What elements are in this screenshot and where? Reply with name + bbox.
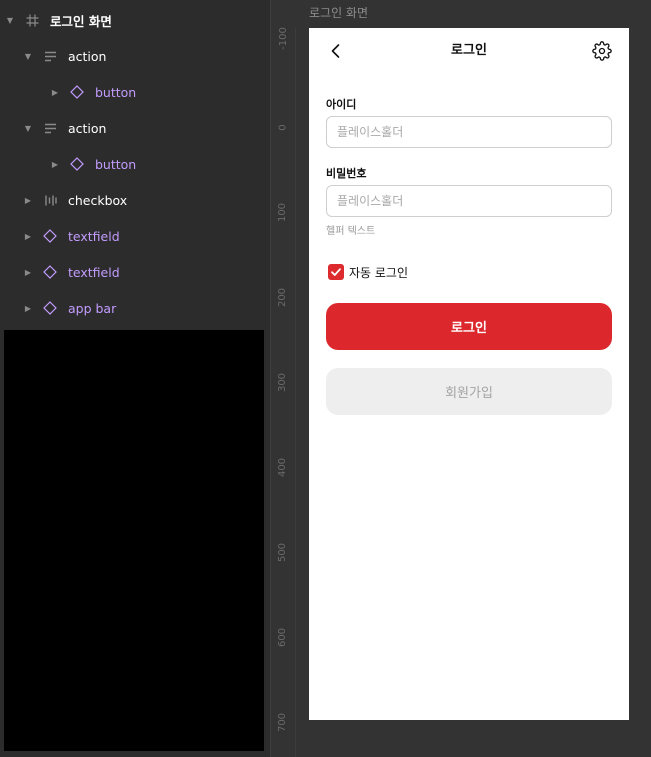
password-helper-text: 헬퍼 텍스트 — [326, 226, 376, 237]
layers-panel: ▼ 로그인 화면 ▼ action ▶ button ▼ action ▶ bu… — [0, 0, 271, 757]
auto-layout-vertical-icon — [42, 120, 58, 136]
vertical-ruler: -100 0 100 200 300 400 500 600 700 — [271, 27, 296, 757]
auto-layout-horizontal-icon — [42, 192, 58, 208]
layer-row-button[interactable]: ▶ button — [0, 74, 270, 110]
layers-empty-area — [4, 330, 264, 751]
layer-label: button — [95, 84, 137, 100]
check-icon — [331, 268, 341, 276]
layer-label: app bar — [68, 300, 117, 316]
component-instance-icon — [42, 300, 58, 316]
layer-label: checkbox — [68, 192, 128, 208]
login-screen-frame: 로그인 아이디 비밀번호 헬퍼 텍스트 자동 로그인 로그인 회원가입 — [309, 28, 629, 720]
layer-row-button[interactable]: ▶ button — [0, 146, 270, 182]
design-canvas[interactable]: 로그인 화면 -100 0 100 200 300 400 500 600 70… — [271, 0, 651, 757]
layer-label: textfield — [68, 228, 120, 244]
layer-row-action[interactable]: ▼ action — [0, 38, 270, 74]
layer-row-login-frame[interactable]: ▼ 로그인 화면 — [0, 2, 270, 38]
component-instance-icon — [69, 84, 85, 100]
layer-row-app-bar[interactable]: ▶ app bar — [0, 290, 270, 326]
back-button[interactable] — [324, 39, 348, 63]
auto-login-checkbox[interactable] — [328, 264, 344, 280]
layer-row-textfield[interactable]: ▶ textfield — [0, 254, 270, 290]
app-bar-title: 로그인 — [451, 43, 487, 58]
auto-layout-vertical-icon — [42, 48, 58, 64]
auto-login-checkbox-row[interactable]: 자동 로그인 — [328, 262, 408, 282]
password-input[interactable] — [326, 185, 612, 217]
ruler-tick: 100 — [277, 202, 289, 222]
chevron-left-icon — [331, 44, 340, 58]
component-instance-icon — [42, 228, 58, 244]
layer-label: action — [68, 48, 107, 64]
ruler-tick: 500 — [277, 542, 289, 562]
id-input[interactable] — [326, 116, 612, 148]
collapse-caret-icon[interactable]: ▼ — [6, 16, 14, 25]
component-instance-icon — [69, 156, 85, 172]
component-instance-icon — [42, 264, 58, 280]
frame-label[interactable]: 로그인 화면 — [309, 4, 368, 21]
settings-button[interactable] — [590, 39, 614, 63]
app-bar: 로그인 — [309, 28, 629, 74]
layer-label: button — [95, 156, 137, 172]
auto-login-label: 자동 로그인 — [349, 265, 409, 280]
collapse-caret-icon[interactable]: ▼ — [24, 124, 32, 133]
password-field-label: 비밀번호 — [326, 167, 367, 180]
expand-caret-icon[interactable]: ▶ — [24, 268, 32, 277]
layer-label: action — [68, 120, 107, 136]
layer-row-action[interactable]: ▼ action — [0, 110, 270, 146]
layer-label: textfield — [68, 264, 120, 280]
layer-row-checkbox[interactable]: ▶ checkbox — [0, 182, 270, 218]
expand-caret-icon[interactable]: ▶ — [24, 232, 32, 241]
gear-icon — [592, 41, 612, 61]
expand-caret-icon[interactable]: ▶ — [51, 160, 59, 169]
layer-label: 로그인 화면 — [50, 13, 112, 29]
ruler-tick: -100 — [277, 26, 289, 50]
frame-icon — [24, 12, 40, 28]
id-field-label: 아이디 — [326, 98, 357, 111]
ruler-tick: 200 — [277, 287, 289, 307]
ruler-tick: 400 — [277, 457, 289, 477]
ruler-tick: 0 — [277, 123, 289, 131]
collapse-caret-icon[interactable]: ▼ — [24, 52, 32, 61]
ruler-tick: 700 — [277, 712, 289, 732]
expand-caret-icon[interactable]: ▶ — [24, 196, 32, 205]
ruler-tick: 600 — [277, 627, 289, 647]
login-button[interactable]: 로그인 — [326, 303, 612, 350]
expand-caret-icon[interactable]: ▶ — [24, 304, 32, 313]
ruler-tick: 300 — [277, 372, 289, 392]
layer-row-textfield[interactable]: ▶ textfield — [0, 218, 270, 254]
expand-caret-icon[interactable]: ▶ — [51, 88, 59, 97]
signup-button[interactable]: 회원가입 — [326, 368, 612, 415]
